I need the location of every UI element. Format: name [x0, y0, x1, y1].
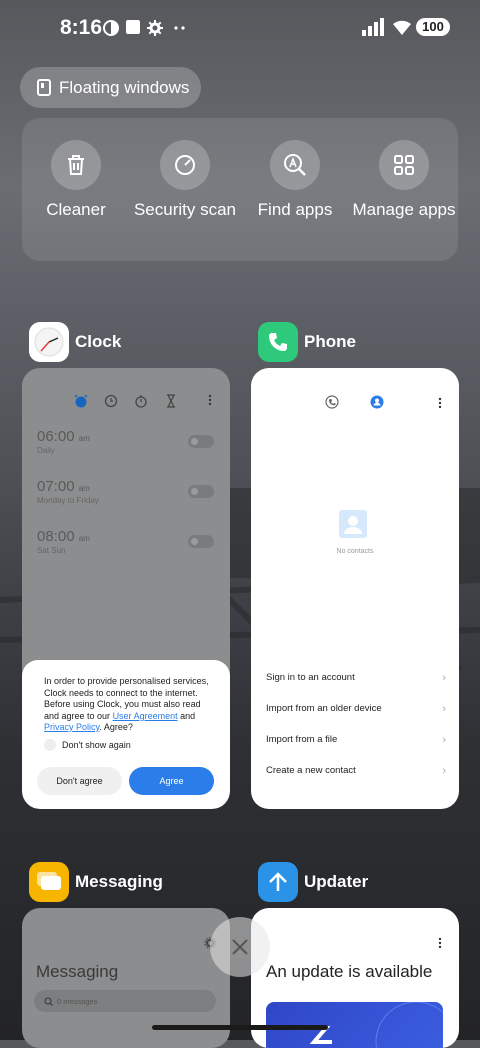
no-contacts-text: No contacts	[336, 548, 374, 555]
clock-app-icon	[29, 322, 69, 362]
cleaner-button[interactable]: Cleaner	[21, 140, 131, 220]
alarm-toggle[interactable]	[188, 435, 214, 448]
grid-icon	[394, 155, 414, 175]
alarm-toggle[interactable]	[188, 485, 214, 498]
dont-show-again-checkbox[interactable]: Don't show again	[44, 739, 131, 751]
updater-app-name: Updater	[304, 872, 369, 891]
home-indicator[interactable]	[152, 1025, 328, 1030]
phone-option-import-file[interactable]: Import from a file ›	[266, 734, 446, 746]
floating-windows-button[interactable]: Floating windows	[20, 67, 201, 108]
messaging-app-name: Messaging	[75, 872, 163, 891]
empty-contacts-icon	[339, 510, 367, 538]
alarm-repeat: Daily	[37, 446, 55, 455]
phone-app-name: Phone	[304, 332, 356, 351]
agree-button[interactable]: Agree	[129, 767, 214, 795]
chevron-right-icon: ›	[442, 734, 446, 746]
manage-apps-label: Manage apps	[352, 200, 456, 219]
recents-tab-icon[interactable]	[325, 395, 339, 409]
chevron-right-icon: ›	[442, 672, 446, 684]
wifi-icon	[393, 20, 411, 35]
alarm-time: 08:00	[37, 528, 75, 545]
messaging-app-header[interactable]: Messaging	[29, 861, 163, 903]
dont-agree-button[interactable]: Don't agree	[37, 767, 122, 795]
contacts-tab-icon[interactable]	[370, 395, 384, 409]
alarm-ampm: am	[78, 534, 90, 543]
phone-option-import-device[interactable]: Import from an older device ›	[266, 703, 446, 715]
phone-option-sign-in[interactable]: Sign in to an account ›	[266, 672, 446, 684]
security-scan-label: Security scan	[133, 200, 237, 219]
option-label: Sign in to an account	[266, 672, 355, 683]
gauge-icon	[175, 155, 195, 175]
manage-apps-button[interactable]: Manage apps	[349, 140, 459, 220]
clear-all-button[interactable]	[210, 917, 270, 977]
data-saver-icon	[103, 20, 119, 36]
clock-app-name: Clock	[75, 332, 122, 351]
alarm-repeat: Monday to Friday	[37, 496, 99, 505]
more-options-icon[interactable]	[208, 394, 212, 406]
search-icon	[44, 996, 53, 1006]
phone-app-header[interactable]: Phone	[258, 321, 356, 363]
find-apps-button[interactable]: Find apps	[240, 140, 350, 220]
update-title: An update is available	[266, 962, 433, 981]
alarm-item[interactable]: 08:00 am Sat Sun	[37, 528, 90, 555]
updater-app-icon	[258, 862, 298, 902]
privacy-policy-link[interactable]: Privacy Policy	[44, 722, 99, 732]
messaging-search-bar[interactable]: 0 messages	[34, 990, 216, 1012]
alarm-ampm: am	[78, 484, 90, 493]
alarm-ampm: am	[78, 434, 90, 443]
alarm-repeat: Sat Sun	[37, 546, 66, 555]
phone-app-icon	[258, 322, 298, 362]
clock-tabs	[22, 394, 230, 410]
floating-window-icon	[37, 79, 51, 96]
close-icon	[232, 939, 248, 955]
alarm-time: 06:00	[37, 428, 75, 445]
battery-indicator: 100	[416, 18, 450, 36]
chevron-right-icon: ›	[442, 765, 446, 777]
quick-actions-panel: Cleaner Security scan Find apps Manage a…	[22, 118, 458, 261]
security-scan-button[interactable]: Security scan	[130, 140, 240, 220]
alarm-item[interactable]: 07:00 am Monday to Friday	[37, 478, 99, 505]
phone-app-card[interactable]: No contacts Sign in to an account › Impor…	[251, 368, 459, 809]
updater-app-header[interactable]: Updater	[258, 861, 368, 903]
alarm-tab-icon[interactable]	[74, 394, 88, 408]
option-label: Create a new contact	[266, 765, 356, 776]
phone-option-create-contact[interactable]: Create a new contact ›	[266, 765, 446, 777]
trash-icon	[68, 155, 84, 175]
signal-icon	[362, 18, 384, 36]
status-bar: 8:16 100	[0, 14, 480, 42]
checkbox-circle	[44, 739, 56, 751]
messaging-title: Messaging	[36, 962, 119, 981]
clock-app-header[interactable]: Clock	[29, 321, 121, 363]
stopwatch-tab-icon[interactable]	[134, 394, 148, 408]
more-options-icon[interactable]	[438, 937, 442, 949]
search-placeholder: 0 messages	[57, 996, 98, 1006]
timer-tab-icon[interactable]	[164, 394, 178, 408]
cleaner-label: Cleaner	[46, 200, 106, 219]
chevron-right-icon: ›	[442, 703, 446, 715]
dont-show-again-label: Don't show again	[62, 740, 131, 750]
clock-app-card[interactable]: 06:00 am Daily 07:00 am Monday to Friday…	[22, 368, 230, 809]
search-app-icon	[284, 154, 306, 176]
more-options-icon[interactable]	[438, 397, 442, 409]
user-agreement-link[interactable]: User Agreement	[113, 711, 178, 721]
world-clock-tab-icon[interactable]	[104, 394, 118, 408]
floating-windows-label: Floating windows	[59, 77, 190, 97]
more-dots-icon	[174, 26, 185, 30]
alarm-time: 07:00	[37, 478, 75, 495]
dialog-message: In order to provide personalised service…	[44, 676, 209, 732]
square-notification-icon	[126, 20, 140, 34]
messaging-app-icon	[29, 862, 69, 902]
alarm-item[interactable]: 06:00 am Daily	[37, 428, 90, 455]
gear-icon	[147, 20, 163, 36]
alarm-toggle[interactable]	[188, 535, 214, 548]
privacy-dialog: In order to provide personalised service…	[22, 660, 230, 809]
option-label: Import from a file	[266, 734, 338, 745]
find-apps-label: Find apps	[257, 200, 333, 219]
option-label: Import from an older device	[266, 703, 382, 714]
status-time: 8:16	[60, 16, 103, 39]
